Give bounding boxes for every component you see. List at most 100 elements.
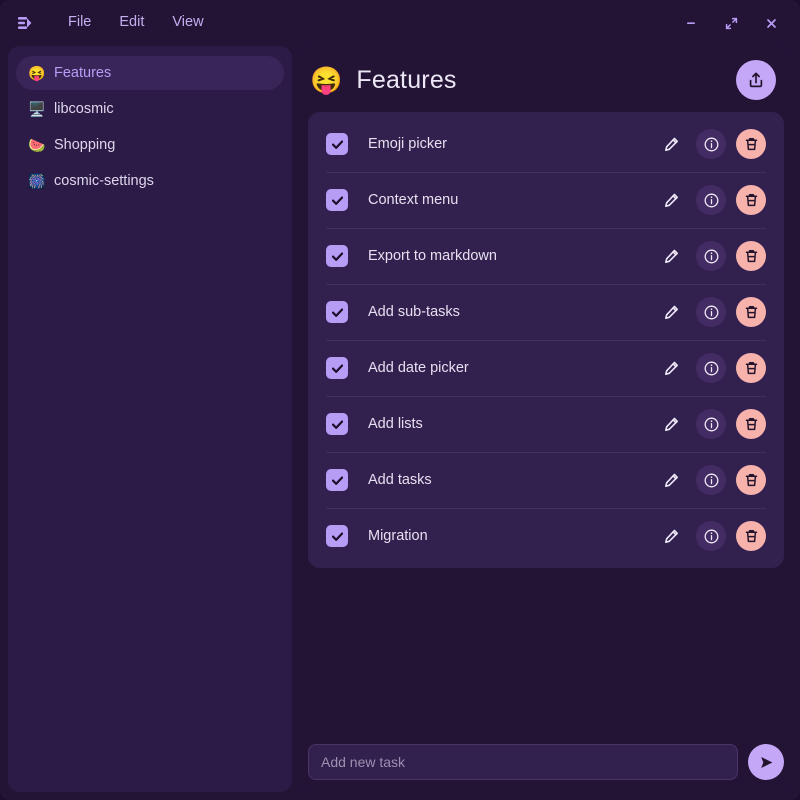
content-filler [300,568,792,734]
checkbox-checked-icon [331,532,343,541]
trash-icon [745,249,757,262]
task-checkbox[interactable] [326,133,348,155]
checkbox-checked-icon [331,252,343,261]
send-paper-plane-icon [760,756,772,768]
info-button[interactable] [696,521,726,551]
edit-button[interactable] [656,521,686,551]
table-row[interactable]: Migration [308,508,784,564]
sidebar-item-shopping[interactable]: 🍉 Shopping [16,128,284,162]
task-label: Emoji picker [368,136,447,152]
features-emoji-icon: 😝 [28,65,46,81]
app-logo-icon [14,12,36,34]
pencil-icon [664,529,678,543]
task-checkbox[interactable] [326,301,348,323]
edit-button[interactable] [656,465,686,495]
maximize-icon [725,17,737,29]
window-body: 😝 Features 🖥️ libcosmic 🍉 Shopping 🎆 cos… [0,46,800,800]
info-button[interactable] [696,129,726,159]
edit-button[interactable] [656,241,686,271]
desktop-computer-emoji-icon: 🖥️ [28,101,46,117]
row-actions [656,353,766,383]
delete-button[interactable] [736,297,766,327]
pencil-icon [664,417,678,431]
info-icon [704,361,718,375]
edit-button[interactable] [656,185,686,215]
close-button[interactable] [758,10,784,36]
edit-button[interactable] [656,353,686,383]
edit-button[interactable] [656,129,686,159]
pencil-icon [664,249,678,263]
app-window: File Edit View 😝 Features 🖥️ libcosmic 🍉… [0,0,800,800]
menu-bar: File Edit View [54,9,218,36]
info-icon [704,417,718,431]
page-emoji-icon: 😝 [310,65,343,95]
table-row[interactable]: Add lists [308,396,784,452]
row-actions [656,409,766,439]
export-upload-icon [749,72,763,88]
sidebar-item-label: cosmic-settings [54,173,154,189]
sidebar-item-label: libcosmic [54,101,114,117]
add-task-input[interactable] [308,744,738,780]
info-button[interactable] [696,465,726,495]
trash-icon [745,137,757,150]
send-task-button[interactable] [748,744,784,780]
task-checkbox[interactable] [326,189,348,211]
task-checkbox[interactable] [326,413,348,435]
trash-icon [745,193,757,206]
menu-view[interactable]: View [158,9,217,36]
delete-button[interactable] [736,129,766,159]
task-checkbox[interactable] [326,245,348,267]
table-row[interactable]: Emoji picker [308,116,784,172]
delete-button[interactable] [736,241,766,271]
checkbox-checked-icon [331,140,343,149]
sidebar-item-label: Features [54,65,112,81]
delete-button[interactable] [736,353,766,383]
sidebar: 😝 Features 🖥️ libcosmic 🍉 Shopping 🎆 cos… [8,46,292,792]
task-label: Add lists [368,416,423,432]
row-actions [656,241,766,271]
task-label: Export to markdown [368,248,497,264]
task-label: Add sub-tasks [368,304,460,320]
trash-icon [745,361,757,374]
export-button[interactable] [736,60,776,100]
sidebar-item-label: Shopping [54,137,116,153]
sidebar-item-features[interactable]: 😝 Features [16,56,284,90]
table-row[interactable]: Context menu [308,172,784,228]
sidebar-item-cosmic-settings[interactable]: 🎆 cosmic-settings [16,164,284,198]
menu-file[interactable]: File [54,9,105,36]
task-checkbox[interactable] [326,525,348,547]
table-row[interactable]: Add tasks [308,452,784,508]
delete-button[interactable] [736,409,766,439]
task-label: Add date picker [368,360,469,376]
task-checkbox[interactable] [326,357,348,379]
table-row[interactable]: Add date picker [308,340,784,396]
task-checkbox[interactable] [326,469,348,491]
menu-edit[interactable]: Edit [105,9,158,36]
minimize-button[interactable] [678,10,704,36]
firework-emoji-icon: 🎆 [28,173,46,189]
table-row[interactable]: Add sub-tasks [308,284,784,340]
info-button[interactable] [696,241,726,271]
pencil-icon [664,361,678,375]
table-row[interactable]: Export to markdown [308,228,784,284]
trash-icon [745,473,757,486]
delete-button[interactable] [736,465,766,495]
watermelon-emoji-icon: 🍉 [28,137,46,153]
checkbox-checked-icon [331,196,343,205]
delete-button[interactable] [736,521,766,551]
edit-button[interactable] [656,409,686,439]
page-title: Features [356,65,457,94]
info-button[interactable] [696,353,726,383]
delete-button[interactable] [736,185,766,215]
sidebar-item-libcosmic[interactable]: 🖥️ libcosmic [16,92,284,126]
main-content: 😝 Features Emoji picker Context menu Exp… [300,46,792,792]
info-icon [704,249,718,263]
trash-icon [745,305,757,318]
edit-button[interactable] [656,297,686,327]
minimize-icon [687,22,695,24]
info-button[interactable] [696,185,726,215]
info-button[interactable] [696,409,726,439]
maximize-button[interactable] [718,10,744,36]
info-icon [704,529,718,543]
info-button[interactable] [696,297,726,327]
